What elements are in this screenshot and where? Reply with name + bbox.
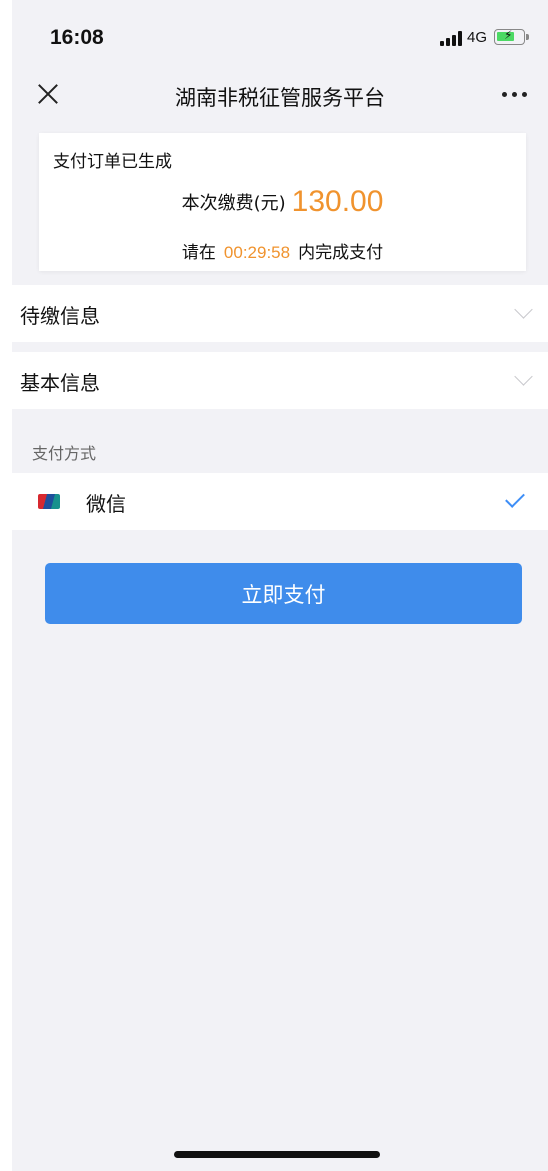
deadline-prefix: 请在 [181,243,216,263]
payment-section-title: 支付方式 [32,444,97,463]
section-label: 基本信息 [20,371,100,395]
chevron-down-icon [514,300,533,319]
order-status: 支付订单已生成 [53,152,172,172]
status-time: 16:08 [50,26,104,49]
order-card: 支付订单已生成 本次缴费(元) 130.00 请在 00:29:58 内完成支付 [39,133,526,271]
signal-icon [440,31,462,46]
page-title: 湖南非税征管服务平台 [175,86,385,110]
payment-method-option[interactable]: 微信 [12,473,548,530]
status-bar: 16:08 4G ⚡ [12,0,548,70]
deadline-line: 请在 00:29:58 内完成支付 [39,238,526,263]
page: 16:08 4G ⚡ 湖南非税征管服务平台 支付订单已生成 本次缴费(元) 13… [0,0,548,1171]
check-icon [505,488,525,508]
fee-amount: 130.00 [291,185,384,218]
app-frame: 16:08 4G ⚡ 湖南非税征管服务平台 支付订单已生成 本次缴费(元) 13… [12,0,548,1171]
section-label: 待缴信息 [20,304,100,328]
chevron-down-icon [514,367,533,386]
network-type: 4G [467,29,488,46]
fee-label: 本次缴费(元) [181,193,286,214]
fee-line: 本次缴费(元) 130.00 [39,185,526,219]
unionpay-icon [38,494,60,509]
battery-icon: ⚡ [494,28,529,45]
section-pending-info[interactable]: 待缴信息 [12,285,548,342]
section-basic-info[interactable]: 基本信息 [12,352,548,409]
home-indicator [174,1151,380,1158]
more-icon[interactable] [502,92,528,98]
deadline-suffix: 内完成支付 [298,243,384,263]
nav-bar: 湖南非税征管服务平台 [12,70,548,120]
payment-method-label: 微信 [86,492,126,516]
pay-now-button[interactable]: 立即支付 [45,563,522,624]
countdown-timer: 00:29:58 [223,243,291,262]
